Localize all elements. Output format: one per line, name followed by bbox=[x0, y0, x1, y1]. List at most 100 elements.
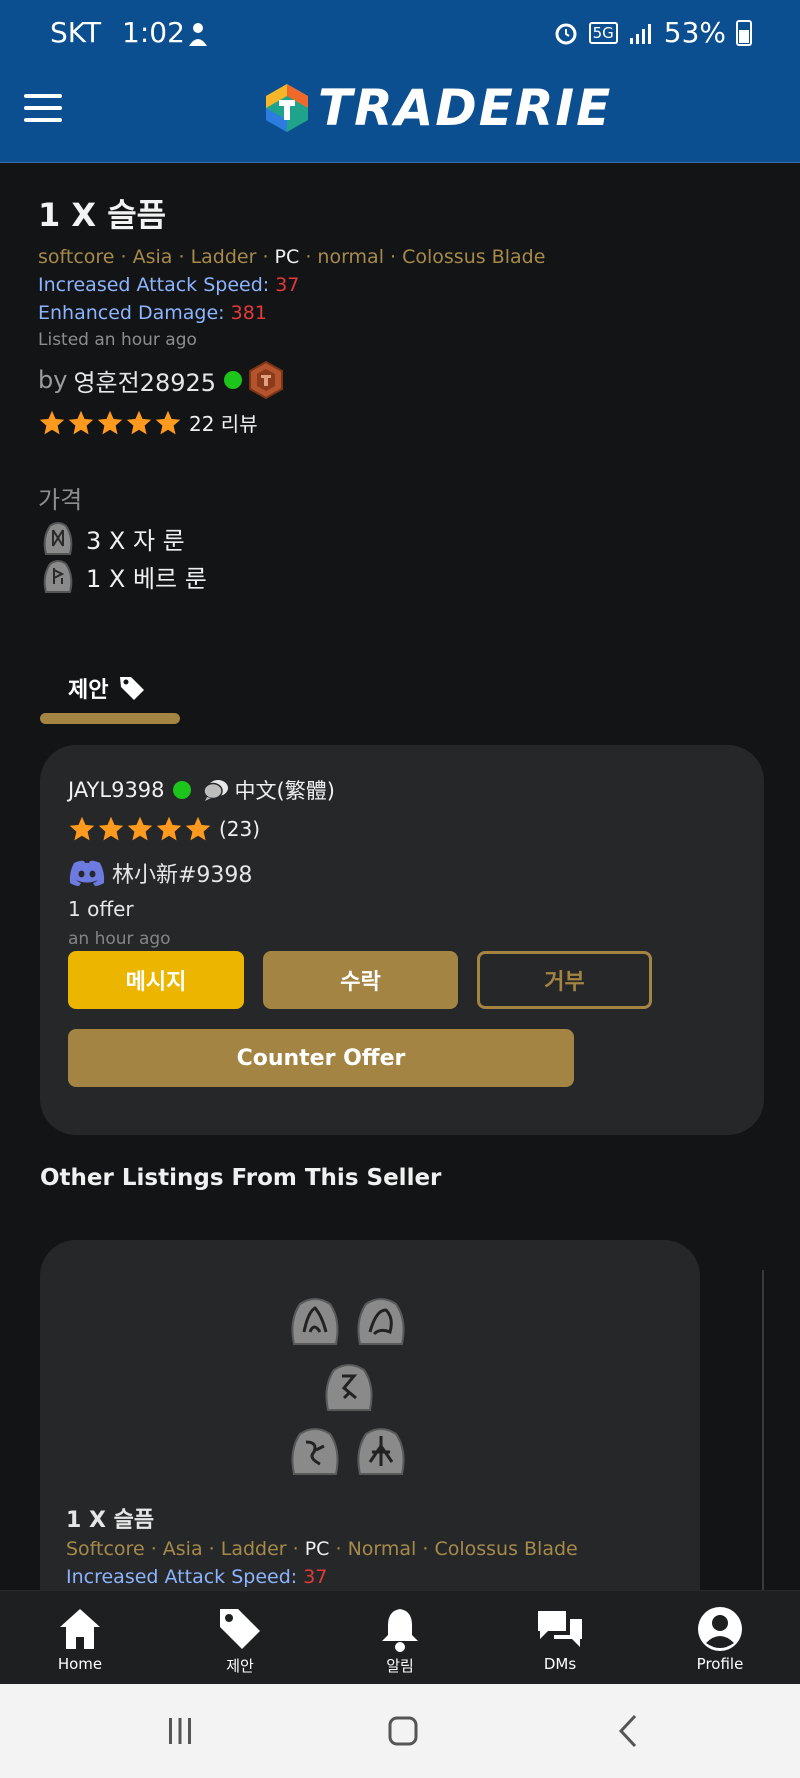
offer-username[interactable]: JAYL9398 bbox=[68, 778, 165, 802]
other-listing-card[interactable]: 1 X 슬픔 Softcore · Asia · Ladder · PC · N… bbox=[40, 1240, 700, 1600]
back-button[interactable] bbox=[598, 1708, 658, 1754]
nav-home[interactable]: Home bbox=[20, 1605, 140, 1673]
offer-user: JAYL9398 中文(繁體) bbox=[68, 775, 335, 805]
star-icon bbox=[185, 816, 211, 841]
back-chevron-icon bbox=[618, 1714, 637, 1748]
rune-icon bbox=[325, 1364, 373, 1411]
attribute-value: 381 bbox=[230, 302, 267, 324]
star-icon bbox=[127, 816, 153, 841]
meta-platform[interactable]: PC bbox=[275, 246, 300, 268]
notification-icon bbox=[189, 23, 207, 46]
nav-profile-label: Profile bbox=[696, 1655, 744, 1673]
online-status-icon bbox=[224, 371, 243, 389]
other-listings-heading: Other Listings From This Seller bbox=[40, 1165, 442, 1191]
meta-ladder[interactable]: Ladder bbox=[191, 246, 257, 268]
home-icon bbox=[60, 1609, 100, 1649]
attribute-name: Increased Attack Speed: bbox=[38, 274, 270, 296]
price-label: 가격 bbox=[38, 486, 83, 514]
home-square-icon bbox=[388, 1716, 418, 1746]
counter-offer-button[interactable]: Counter Offer bbox=[68, 1029, 574, 1087]
star-icon bbox=[126, 410, 152, 434]
meta-difficulty[interactable]: normal bbox=[317, 246, 384, 268]
carrier-label: SKT bbox=[50, 16, 102, 49]
listing-details: 1 X 슬픔 softcore · Asia · Ladder · PC · n… bbox=[38, 190, 758, 437]
discord-icon bbox=[69, 860, 105, 886]
listed-time: Listed an hour ago bbox=[38, 330, 197, 350]
nav-dms[interactable]: DMs bbox=[500, 1605, 620, 1673]
review-count: 22 리뷰 bbox=[189, 412, 258, 436]
offer-card: JAYL9398 中文(繁體) (23) 林小新#9398 1 offer an… bbox=[40, 745, 764, 1135]
star-icon bbox=[69, 816, 95, 841]
language-icon bbox=[202, 780, 228, 801]
online-status-icon bbox=[172, 781, 191, 799]
nav-dms-label: DMs bbox=[543, 1655, 577, 1673]
profile-icon bbox=[698, 1607, 742, 1651]
offer-count: 1 offer bbox=[68, 897, 134, 921]
review-count: (23) bbox=[219, 817, 261, 841]
carousel-divider bbox=[762, 1270, 764, 1600]
by-label: by bbox=[38, 366, 68, 394]
tab-offers[interactable]: 제안 bbox=[68, 672, 146, 704]
home-system-button[interactable] bbox=[373, 1708, 433, 1754]
tag-icon bbox=[220, 1609, 260, 1649]
rune-icon bbox=[357, 1428, 405, 1475]
price-item-text: 1 X 베르 룬 bbox=[86, 564, 207, 593]
nav-home-label: Home bbox=[57, 1655, 103, 1673]
attribute-ias: Increased Attack Speed: 37 bbox=[38, 274, 758, 296]
rune-image-group bbox=[280, 1292, 420, 1482]
hamburger-menu-button[interactable] bbox=[24, 94, 62, 122]
price-item[interactable]: 3 X 자 룬 bbox=[38, 518, 185, 558]
attribute-name: Enhanced Damage: bbox=[38, 302, 225, 324]
bottom-navigation: Home 제안 알림 DMs Profile bbox=[0, 1590, 800, 1684]
offer-time: an hour ago bbox=[68, 929, 171, 949]
meta-mode: Softcore bbox=[66, 1538, 145, 1560]
meta-region[interactable]: Asia bbox=[133, 246, 173, 268]
other-listing-meta: Softcore · Asia · Ladder · PC · Normal ·… bbox=[66, 1538, 578, 1560]
price-item[interactable]: 1 X 베르 룬 bbox=[38, 556, 207, 596]
rune-icon bbox=[43, 522, 73, 555]
seller-badge-icon bbox=[249, 360, 284, 400]
discord-handle[interactable]: 林小新#9398 bbox=[68, 857, 252, 889]
logo-text: TRADERIE bbox=[318, 79, 613, 137]
discord-name: 林小新#9398 bbox=[112, 863, 253, 888]
seller-info: by 영훈전28925 bbox=[38, 360, 758, 400]
meta-region: Asia bbox=[162, 1538, 203, 1560]
attribute-value: 37 bbox=[303, 1566, 328, 1588]
clock: 1:02 bbox=[122, 16, 185, 49]
meta-base[interactable]: Colossus Blade bbox=[402, 246, 545, 268]
battery-icon bbox=[736, 19, 752, 46]
system-navigation-bar bbox=[0, 1684, 800, 1778]
star-icon bbox=[155, 410, 181, 434]
rune-icon bbox=[43, 560, 73, 593]
status-bar: SKT 1:02 5G 53% bbox=[0, 0, 800, 70]
message-button[interactable]: 메시지 bbox=[68, 951, 244, 1009]
nav-notifications-label: 알림 bbox=[386, 1657, 414, 1675]
nav-profile[interactable]: Profile bbox=[660, 1605, 780, 1673]
nav-offers[interactable]: 제안 bbox=[180, 1605, 300, 1676]
star-icon bbox=[68, 410, 94, 434]
attribute-value: 37 bbox=[275, 274, 300, 296]
offer-rating[interactable]: (23) bbox=[68, 815, 260, 843]
meta-platform: PC bbox=[304, 1538, 330, 1560]
offer-language: 中文(繁體) bbox=[234, 779, 335, 803]
rune-icon bbox=[291, 1298, 339, 1345]
other-listing-title: 1 X 슬픔 bbox=[66, 1508, 155, 1533]
nav-notifications[interactable]: 알림 bbox=[340, 1605, 460, 1676]
decline-button[interactable]: 거부 bbox=[477, 951, 652, 1009]
traderie-logo[interactable]: TRADERIE bbox=[262, 79, 613, 137]
star-icon bbox=[39, 410, 65, 434]
accept-button[interactable]: 수락 bbox=[263, 951, 458, 1009]
status-right: 5G 53% bbox=[553, 16, 752, 49]
seller-rating[interactable]: 22 리뷰 bbox=[38, 408, 758, 437]
attribute-ed: Enhanced Damage: 381 bbox=[38, 302, 758, 324]
seller-name[interactable]: 영훈전28925 bbox=[73, 363, 216, 398]
nav-offers-label: 제안 bbox=[226, 1657, 254, 1675]
chat-icon bbox=[538, 1611, 582, 1647]
rune-icon bbox=[291, 1428, 339, 1475]
other-listing-attribute: Increased Attack Speed: 37 bbox=[66, 1566, 327, 1588]
meta-mode[interactable]: softcore bbox=[38, 246, 114, 268]
listing-meta: softcore · Asia · Ladder · PC · normal ·… bbox=[38, 246, 546, 268]
recent-apps-button[interactable] bbox=[150, 1708, 210, 1754]
star-icon bbox=[156, 816, 182, 841]
tab-offers-label: 제안 bbox=[68, 678, 109, 703]
